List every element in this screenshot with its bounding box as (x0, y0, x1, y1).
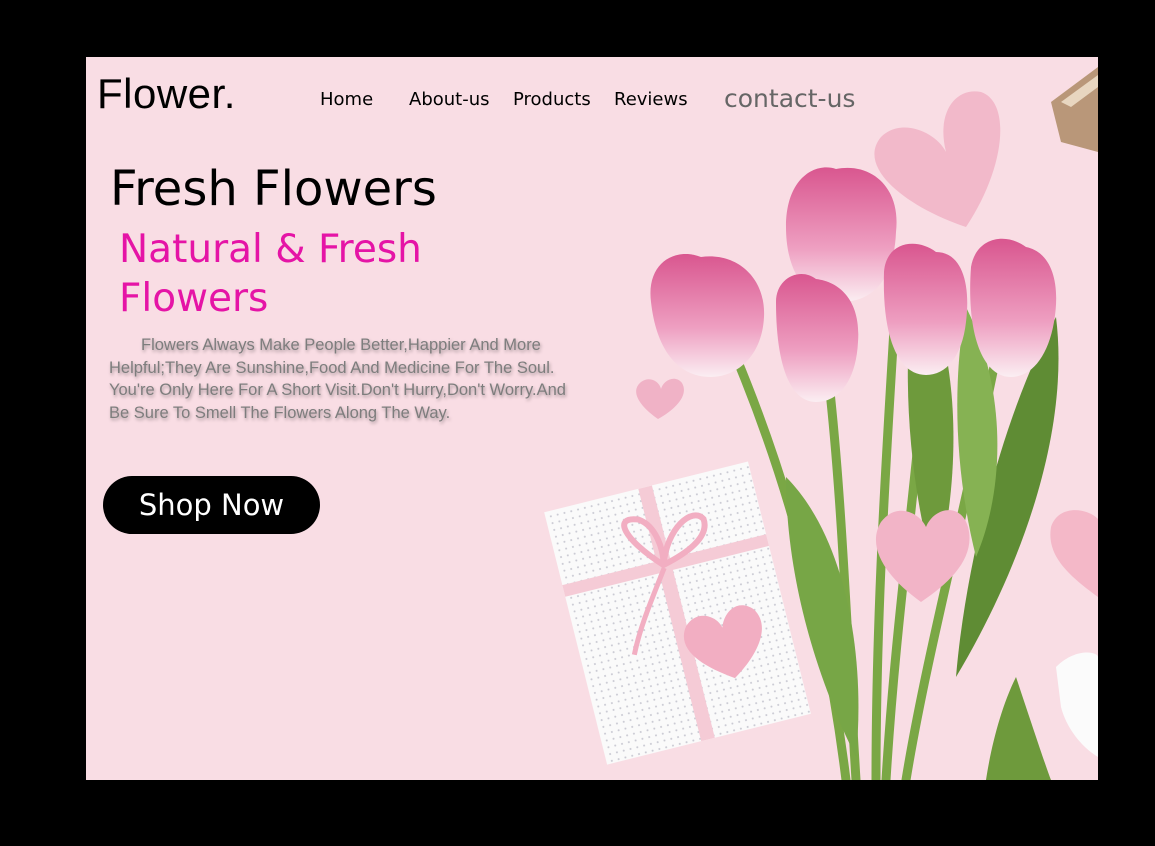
gift-card (544, 461, 811, 765)
hero-subtitle-line1: Natural & Fresh (119, 227, 422, 272)
gift-box-corner (1051, 67, 1098, 152)
paper-heart-right (1050, 510, 1098, 597)
nav-home-link[interactable]: Home (320, 89, 373, 110)
nav-products-link[interactable]: Products (513, 89, 591, 110)
hero-title: Fresh Flowers (110, 161, 437, 217)
crumpled-paper (1056, 652, 1098, 757)
hero-subtitle-line2: Flowers (119, 276, 269, 321)
hero-page: Flower. Home About-us Products Reviews c… (86, 57, 1098, 780)
paper-heart-bouquet (875, 510, 970, 602)
shop-now-button[interactable]: Shop Now (103, 476, 320, 534)
nav-reviews-link[interactable]: Reviews (614, 89, 688, 110)
nav-about-link[interactable]: About-us (409, 89, 490, 110)
tulips (650, 167, 1057, 402)
nav-contact-link[interactable]: contact-us (724, 84, 855, 113)
brand-logo[interactable]: Flower. (97, 70, 236, 118)
paper-heart-small (636, 378, 684, 419)
hero-description: Flowers Always Make People Better,Happie… (109, 336, 566, 422)
hero-subtitle: Natural & Fresh Flowers (119, 225, 459, 323)
